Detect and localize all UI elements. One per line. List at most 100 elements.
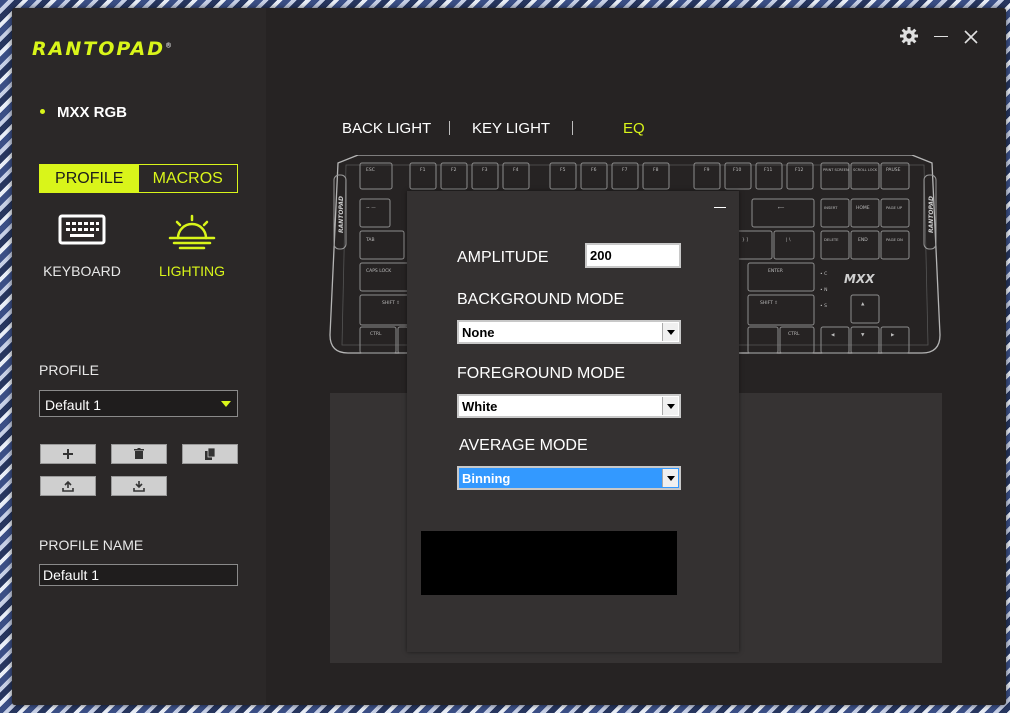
profile-section-label: PROFILE	[39, 362, 99, 378]
background-mode-select[interactable]: None	[457, 320, 681, 344]
key-left-ctrl: CTRL	[370, 331, 382, 337]
key-enter: ENTER	[768, 268, 783, 274]
sidebar: RANTOPAD® MXX RGB PROFILE MACROS KEYBOAR…	[12, 8, 266, 705]
key-left-shift: SHIFT ⇧	[382, 300, 400, 306]
key-f3: F3	[482, 167, 488, 173]
tab-back-light[interactable]: BACK LIGHT	[342, 120, 431, 137]
sidebar-tabs: PROFILE MACROS	[39, 164, 238, 193]
background-mode-value: None	[462, 325, 495, 340]
average-mode-label: AVERAGE MODE	[459, 437, 588, 454]
chevron-down-icon[interactable]	[662, 469, 678, 487]
key-f12: F12	[795, 167, 803, 173]
chevron-down-icon[interactable]	[662, 323, 678, 341]
logo-text: RANTOPAD	[32, 38, 166, 60]
key-f9: F9	[704, 167, 710, 173]
keyboard-brand-right: RANTOPAD	[928, 196, 935, 233]
registered-mark: ®	[165, 41, 173, 50]
close-icon	[964, 30, 978, 44]
export-profile-button[interactable]	[111, 476, 167, 496]
profile-select-value: Default 1	[45, 397, 102, 413]
profile-select[interactable]: Default 1	[39, 390, 238, 417]
key-f1: F1	[420, 167, 426, 173]
copy-icon	[205, 448, 216, 460]
trash-icon	[134, 448, 144, 459]
eq-preview-box	[421, 531, 677, 595]
app-window: RANTOPAD® MXX RGB PROFILE MACROS KEYBOAR…	[12, 8, 1006, 705]
download-icon	[133, 481, 145, 492]
plus-icon	[63, 449, 73, 459]
chevron-down-icon[interactable]	[662, 397, 678, 415]
average-mode-select[interactable]: Binning	[457, 466, 681, 490]
upload-icon	[62, 480, 74, 492]
add-profile-button[interactable]	[40, 444, 96, 464]
import-profile-button[interactable]	[40, 476, 96, 496]
sunrise-icon	[168, 214, 216, 250]
profile-name-label: PROFILE NAME	[39, 537, 144, 553]
tab-profile[interactable]: PROFILE	[40, 165, 139, 192]
key-scroll-lock: SCROLL LOCK	[853, 168, 878, 172]
amplitude-label: AMPLITUDE	[457, 249, 549, 266]
average-mode-value: Binning	[462, 471, 511, 486]
key-right-ctrl: CTRL	[788, 331, 800, 337]
background-mode-label: BACKGROUND MODE	[457, 291, 625, 308]
dropdown-arrow-icon	[221, 401, 231, 407]
eq-settings-dialog: AMPLITUDE 200 BACKGROUND MODE None FOREG…	[407, 191, 739, 652]
key-f7: F7	[622, 167, 628, 173]
settings-button[interactable]	[900, 27, 918, 50]
key-arrow-down: ▼	[861, 333, 865, 338]
key-caps-lock: CAPS LOCK	[366, 268, 392, 274]
key-esc: ESC	[366, 167, 375, 173]
minimize-icon[interactable]	[934, 36, 948, 37]
foreground-mode-value: White	[462, 399, 498, 414]
gear-icon	[900, 27, 918, 45]
amplitude-input[interactable]: 200	[585, 243, 681, 268]
minimize-icon[interactable]	[714, 207, 726, 208]
key-arrow-right: ▶	[891, 333, 895, 338]
key-f11: F11	[764, 167, 772, 173]
key-tab: TAB	[365, 237, 375, 243]
delete-profile-button[interactable]	[111, 444, 167, 464]
key-right-shift: SHIFT ⇧	[760, 300, 778, 306]
indicator-s: • S	[820, 303, 827, 309]
device-selector[interactable]: MXX RGB	[40, 104, 127, 121]
foreground-mode-label: FOREGROUND MODE	[457, 365, 625, 382]
nav-divider	[449, 121, 450, 135]
key-f10: F10	[733, 167, 741, 173]
key-brackets: } ]	[742, 237, 748, 243]
key-f5: F5	[560, 167, 566, 173]
key-f2: F2	[451, 167, 457, 173]
key-backslash: | \	[786, 237, 791, 243]
close-button[interactable]	[964, 30, 978, 49]
copy-profile-button[interactable]	[182, 444, 238, 464]
key-f4: F4	[513, 167, 519, 173]
device-status-dot	[40, 108, 45, 114]
key-arrow-left: ◀	[831, 333, 835, 338]
tab-eq[interactable]: EQ	[623, 120, 645, 137]
key-pause: PAUSE	[886, 167, 901, 173]
tab-key-light[interactable]: KEY LIGHT	[472, 120, 550, 137]
key-end: END	[858, 237, 868, 243]
key-arrow-up: ▲	[861, 302, 865, 307]
key-page-down: PAGE DN	[886, 237, 903, 242]
key-delete: DELETE	[824, 237, 839, 242]
indicator-c: • C	[820, 271, 827, 277]
key-home: HOME	[856, 205, 870, 211]
tab-macros[interactable]: MACROS	[139, 165, 238, 192]
indicator-n: • N	[820, 287, 827, 293]
key-insert: INSERT	[824, 205, 838, 210]
keyboard-brand-left: RANTOPAD	[338, 196, 345, 233]
key-f6: F6	[591, 167, 597, 173]
foreground-mode-select[interactable]: White	[457, 394, 681, 418]
mode-keyboard-label: KEYBOARD	[43, 263, 121, 279]
mode-keyboard[interactable]: KEYBOARD	[32, 214, 132, 279]
key-page-up: PAGE UP	[886, 205, 903, 210]
nav-divider	[572, 121, 573, 135]
key-f8: F8	[653, 167, 659, 173]
device-name: MXX RGB	[57, 104, 128, 121]
key-print-screen: PRINT SCREEN	[823, 168, 849, 172]
key-tilde: ~ —	[366, 206, 376, 211]
mode-lighting-label: LIGHTING	[158, 263, 226, 279]
mode-lighting[interactable]: LIGHTING	[142, 214, 242, 279]
key-backspace: ⟵	[778, 206, 785, 211]
profile-name-input[interactable]: Default 1	[39, 564, 238, 586]
